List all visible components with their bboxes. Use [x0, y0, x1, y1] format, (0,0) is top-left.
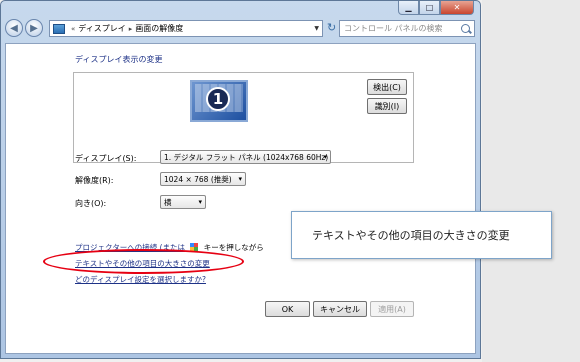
- dropdown-arrow-icon: ▾: [238, 175, 242, 183]
- address-bar[interactable]: « ディスプレイ ▸ 画面の解像度 ▼: [49, 20, 323, 37]
- back-button[interactable]: ◀: [5, 19, 23, 37]
- minimize-button[interactable]: ▁: [398, 1, 419, 15]
- close-button[interactable]: ✕: [440, 1, 474, 15]
- search-icon[interactable]: [461, 24, 470, 33]
- breadcrumb-chevron-icon: «: [71, 24, 76, 33]
- orientation-label: 向き(O):: [75, 199, 107, 208]
- refresh-icon[interactable]: ↻: [327, 21, 336, 34]
- breadcrumb-resolution[interactable]: 画面の解像度: [135, 23, 183, 34]
- breadcrumb-display[interactable]: ディスプレイ: [78, 23, 125, 34]
- callout-box: テキストやその他の項目の大きさの変更: [291, 211, 552, 259]
- caption-buttons: ▁ □ ✕: [398, 1, 474, 15]
- display-select-value: 1. デジタル フラット パネル (1024x768 60Hz): [164, 152, 329, 162]
- search-placeholder: コントロール パネルの検索: [344, 24, 443, 33]
- highlight-ellipse: [43, 249, 244, 274]
- identify-button[interactable]: 識別(I): [367, 98, 407, 114]
- breadcrumb-separator-icon: ▸: [128, 24, 133, 33]
- ok-button[interactable]: OK: [265, 301, 310, 317]
- resolution-label: 解像度(R):: [75, 176, 114, 185]
- display-label: ディスプレイ(S):: [75, 154, 137, 163]
- dropdown-arrow-icon: ▾: [323, 153, 327, 161]
- orientation-select-value: 横: [164, 197, 172, 207]
- projector-link-suffix: キーを押しながら: [203, 243, 264, 252]
- back-arrow-icon: ◀: [10, 22, 18, 34]
- detect-button[interactable]: 検出(C): [367, 79, 407, 95]
- which-settings-link[interactable]: どのディスプレイ設定を選択しますか?: [75, 274, 206, 285]
- monitor-icon[interactable]: 1: [190, 80, 248, 122]
- content-pane: ディスプレイ表示の変更 1 検出(C) 識別(I) ディスプレイ(S): 1. …: [5, 43, 476, 354]
- address-dropdown-icon[interactable]: ▼: [314, 25, 319, 32]
- orientation-select[interactable]: 横 ▾: [160, 195, 206, 209]
- display-select[interactable]: 1. デジタル フラット パネル (1024x768 60Hz) ▾: [160, 150, 331, 164]
- forward-arrow-icon: ▶: [30, 22, 38, 34]
- cancel-button[interactable]: キャンセル: [313, 301, 367, 317]
- apply-button[interactable]: 適用(A): [370, 301, 414, 317]
- resolution-select[interactable]: 1024 × 768 (推奨) ▾: [160, 172, 246, 186]
- monitor-number: 1: [206, 87, 230, 111]
- dropdown-arrow-icon: ▾: [198, 198, 202, 206]
- control-panel-icon: [53, 23, 65, 34]
- resolution-select-value: 1024 × 768 (推奨): [164, 174, 232, 184]
- background-band: [482, 0, 580, 362]
- control-panel-window: ▁ □ ✕ ◀ ▶ « ディスプレイ ▸ 画面の解像度 ▼ ↻ コントロール パ…: [0, 0, 481, 359]
- navigation-bar: ◀ ▶ « ディスプレイ ▸ 画面の解像度 ▼ ↻ コントロール パネルの検索: [5, 19, 475, 41]
- forward-button[interactable]: ▶: [25, 19, 43, 37]
- page-title: ディスプレイ表示の変更: [75, 55, 163, 64]
- maximize-button[interactable]: □: [419, 1, 440, 15]
- callout-text: テキストやその他の項目の大きさの変更: [312, 229, 510, 242]
- search-input[interactable]: コントロール パネルの検索: [339, 20, 475, 37]
